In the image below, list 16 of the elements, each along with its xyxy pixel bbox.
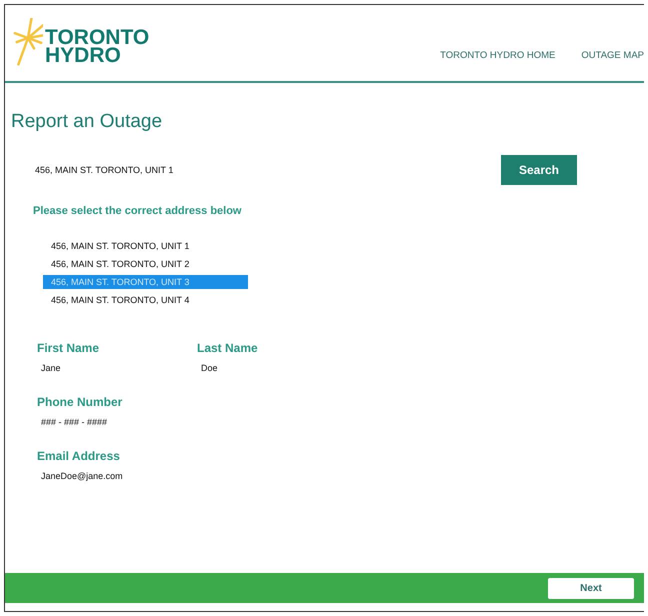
nav-link[interactable]: TORONTO HYDRO HOME — [440, 50, 556, 60]
address-option[interactable]: 456, MAIN ST. TORONTO, UNIT 1 — [43, 239, 248, 253]
logo-text: TORONTO — [45, 29, 150, 47]
address-option[interactable]: 456, MAIN ST. TORONTO, UNIT 2 — [43, 257, 248, 271]
next-button[interactable]: Next — [548, 578, 634, 598]
sun-icon — [13, 18, 43, 68]
search-button[interactable]: Search — [501, 155, 577, 185]
address-prompt: Please select the correct address below — [33, 205, 242, 217]
field-label: Phone Number — [37, 395, 124, 409]
nav-link[interactable]: OUTAGE MAP — [581, 50, 644, 60]
field-label: Email Address — [37, 449, 121, 463]
address-option[interactable]: 456, MAIN ST. TORONTO, UNIT 4 — [43, 293, 248, 307]
logo-text: HYDRO — [45, 47, 121, 65]
field-label: First Name — [37, 341, 100, 355]
field-label: Last Name — [197, 341, 259, 355]
page-title: Report an Outage — [11, 111, 164, 133]
